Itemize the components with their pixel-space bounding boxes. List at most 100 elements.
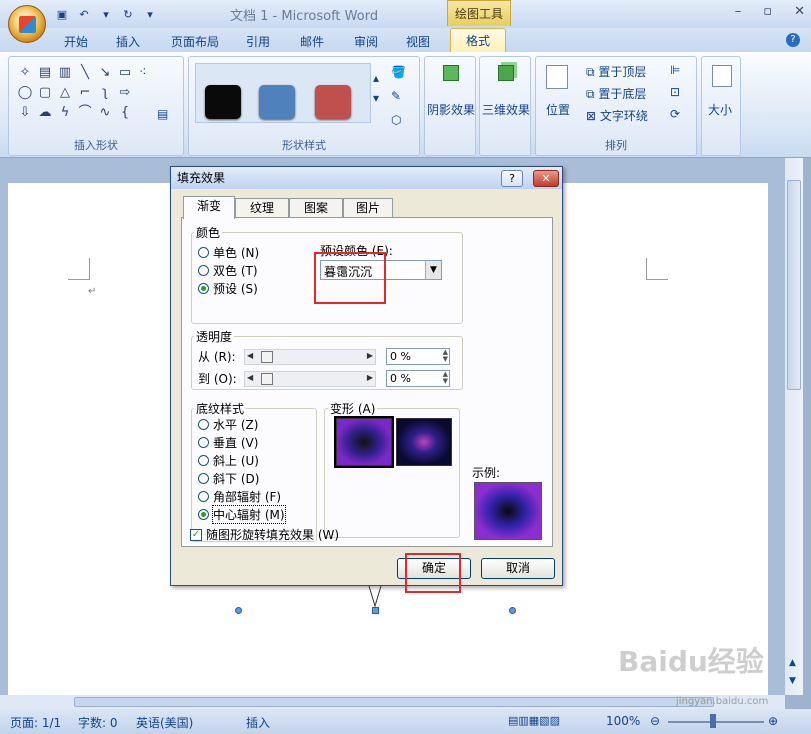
redo-icon[interactable]: ↻ <box>120 7 136 23</box>
slider-right-icon[interactable]: ▶ <box>367 351 373 360</box>
variant-1[interactable] <box>334 416 394 468</box>
shading-option[interactable]: 垂直 (V) <box>198 434 258 451</box>
text-wrap-button[interactable]: ⊠ 文字环绕 <box>586 107 648 124</box>
zoom-level[interactable]: 100% <box>606 714 640 728</box>
edit-shape-icon[interactable]: ⁖ <box>139 65 147 80</box>
view-buttons-icon[interactable]: ▤▥▦▧▨ <box>508 714 560 727</box>
checkbox-check-icon[interactable]: ✓ <box>190 528 202 541</box>
rotate-icon[interactable]: ⟳ <box>670 107 680 121</box>
shape-handle-square[interactable] <box>372 607 379 614</box>
zoom-slider[interactable] <box>668 721 764 723</box>
tab-texture[interactable]: 纹理 <box>235 198 289 218</box>
text-box-icon[interactable]: ▤ <box>157 107 168 121</box>
status-language[interactable]: 英语(美国) <box>136 714 193 731</box>
zoom-out-icon[interactable]: ⊖ <box>650 714 660 728</box>
scroll-up-icon[interactable]: ▲ <box>789 658 796 668</box>
style-swatch-black[interactable] <box>205 85 241 119</box>
quick-access-toolbar: ▣ ↶ ▾ ↻ ▾ <box>54 6 158 24</box>
style-swatch-red[interactable] <box>315 85 351 119</box>
minimize-button[interactable]: – <box>735 4 742 19</box>
fill-color-icon[interactable]: 🪣 <box>391 65 406 79</box>
shading-option[interactable]: 斜下 (D) <box>198 470 259 487</box>
ok-highlight-box <box>405 553 461 593</box>
tab-gradient[interactable]: 渐变 <box>183 196 235 219</box>
slider-right-icon[interactable]: ▶ <box>367 373 373 382</box>
shape-handle[interactable] <box>509 607 516 614</box>
dialog-close-button[interactable]: ✕ <box>533 170 559 187</box>
position-label[interactable]: 位置 <box>546 101 570 118</box>
radio-two-colors[interactable]: 双色 (T) <box>198 262 258 279</box>
slider-left-icon[interactable]: ◀ <box>247 351 253 360</box>
customize-qat-icon[interactable]: ▾ <box>142 7 158 23</box>
undo-icon[interactable]: ↶ <box>76 7 92 23</box>
tab-references[interactable]: 引用 <box>240 32 276 52</box>
from-spin[interactable]: 0 % ▲ ▼ <box>386 348 450 365</box>
zoom-in-icon[interactable]: ⊕ <box>768 714 778 728</box>
to-slider-thumb[interactable] <box>261 373 273 385</box>
curve-shape-icon: ∿ <box>99 105 111 120</box>
chevron-down-icon[interactable]: ▼ <box>425 261 441 279</box>
tab-mailings[interactable]: 邮件 <box>294 32 330 52</box>
from-slider-thumb[interactable] <box>261 351 273 363</box>
vertical-scrollbar[interactable]: ▲ ▼ <box>785 158 803 695</box>
office-button[interactable] <box>8 5 46 43</box>
line-color-icon[interactable]: ✎ <box>391 89 401 103</box>
from-slider[interactable]: ◀ ▶ <box>244 349 376 365</box>
style-swatch-blue[interactable] <box>259 85 295 119</box>
zoom-slider-thumb[interactable] <box>710 714 716 728</box>
radio-preset[interactable]: 预设 (S) <box>198 280 258 297</box>
to-slider[interactable]: ◀ ▶ <box>244 371 376 387</box>
shape-gallery[interactable]: ✧ ▤ ▥ ╲ ↘ ▭ ◯ ▢ △ ⌐ ʅ ⇨ ⇩ ☁ ϟ ⌒ ∿ { <box>15 63 135 123</box>
rotate-label: 随图形旋转填充效果 (W) <box>206 528 340 542</box>
tab-pattern[interactable]: 图案 <box>289 198 343 218</box>
group-icon[interactable]: ⊡ <box>670 85 680 99</box>
chevron-down-icon[interactable]: ▾ <box>98 7 114 23</box>
tab-format[interactable]: 格式 <box>450 28 506 54</box>
shading-option-label: 垂直 (V) <box>213 436 259 450</box>
shading-option[interactable]: 角部辐射 (F) <box>198 488 281 505</box>
3d-effect-icon <box>498 65 514 81</box>
cancel-button[interactable]: 取消 <box>481 558 555 579</box>
status-words[interactable]: 字数: 0 <box>78 714 118 731</box>
maximize-button[interactable]: ▫ <box>763 4 772 19</box>
scroll-down-icon[interactable]: ▼ <box>789 676 796 686</box>
bring-to-front-button[interactable]: ⧉ 置于顶层 <box>586 63 646 80</box>
size-group[interactable]: 大小 <box>701 56 741 156</box>
horizontal-scrollbar[interactable] <box>0 695 785 709</box>
slider-left-icon[interactable]: ◀ <box>247 373 253 382</box>
position-icon[interactable] <box>546 65 568 89</box>
gallery-scroll-up-icon[interactable]: ▴ <box>373 71 379 85</box>
dialog-help-button[interactable]: ? <box>501 170 523 187</box>
radio-dot <box>198 437 209 448</box>
shadow-effects-group[interactable]: 阴影效果 <box>424 56 476 156</box>
tab-view[interactable]: 视图 <box>400 32 436 52</box>
radio-one-color[interactable]: 单色 (N) <box>198 244 259 261</box>
send-to-back-button[interactable]: ⧉ 置于底层 <box>586 85 646 102</box>
gallery-scroll-down-icon[interactable]: ▾ <box>373 91 379 105</box>
scroll-thumb[interactable] <box>787 180 801 390</box>
rotate-with-shape-checkbox[interactable]: ✓ 随图形旋转填充效果 (W) <box>190 526 339 543</box>
status-mode[interactable]: 插入 <box>246 714 270 731</box>
change-shape-icon[interactable]: ⬡ <box>391 113 401 127</box>
variant-2[interactable] <box>396 418 452 466</box>
tab-page-layout[interactable]: 页面布局 <box>165 32 225 52</box>
close-button[interactable]: ✕ <box>794 4 805 19</box>
tab-insert[interactable]: 插入 <box>110 32 146 52</box>
shading-option[interactable]: 水平 (Z) <box>198 416 258 433</box>
help-icon[interactable]: ? <box>786 33 800 47</box>
h-scroll-thumb[interactable] <box>74 697 714 707</box>
tab-home[interactable]: 开始 <box>58 32 94 52</box>
arc-shape-icon: ⌒ <box>78 105 92 120</box>
tab-review[interactable]: 审阅 <box>348 32 384 52</box>
save-icon[interactable]: ▣ <box>54 7 70 23</box>
to-spin[interactable]: 0 % ▲ ▼ <box>386 370 450 387</box>
tab-picture[interactable]: 图片 <box>343 198 393 218</box>
shading-option[interactable]: 中心辐射 (M) <box>198 505 286 524</box>
3d-effect-label: 三维效果 <box>482 103 531 117</box>
align-icon[interactable]: ⊫ <box>670 63 680 77</box>
3d-effects-group[interactable]: 三维效果 <box>479 56 531 156</box>
shading-option[interactable]: 斜上 (U) <box>198 452 259 469</box>
shape-handle[interactable] <box>235 607 242 614</box>
status-page[interactable]: 页面: 1/1 <box>10 714 61 731</box>
sample-label: 示例: <box>472 466 501 480</box>
